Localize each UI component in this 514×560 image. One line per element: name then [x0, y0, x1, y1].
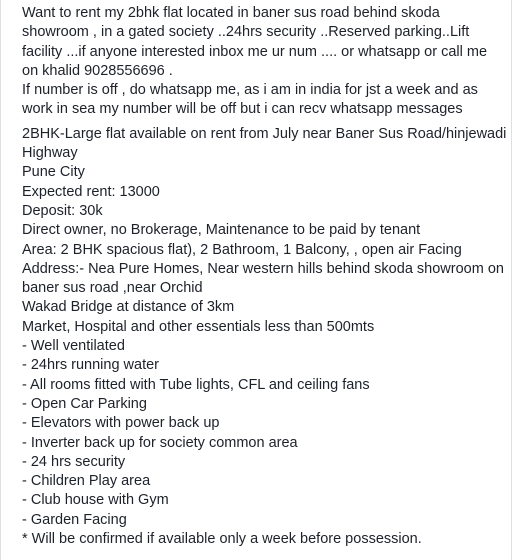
intro-line: work in sea my number will be off but i …: [22, 101, 463, 118]
post-card: Want to rent my 2bhk flat located in ban…: [0, 0, 512, 560]
amenity-item: - 24 hrs security: [22, 453, 126, 470]
details-line: Direct owner, no Brokerage, Maintenance …: [22, 222, 421, 239]
intro-line: facility ...if anyone interested inbox m…: [22, 43, 488, 60]
amenity-item: - Children Play area: [22, 473, 151, 490]
intro-paragraph: Want to rent my 2bhk flat located in ban…: [22, 4, 502, 120]
intro-line: Want to rent my 2bhk flat located in ban…: [22, 5, 440, 21]
post-body: Want to rent my 2bhk flat located in ban…: [22, 4, 507, 550]
amenity-item: - Open Car Parking: [22, 395, 147, 412]
amenity-item: - Garden Facing: [22, 511, 127, 528]
amenity-item: - Elevators with power back up: [22, 415, 220, 432]
amenity-item: - Inverter back up for society common ar…: [22, 434, 298, 451]
details-line: Market, Hospital and other essentials le…: [22, 318, 375, 335]
amenity-item: - 24hrs running water: [22, 357, 160, 374]
intro-line: showroom , in a gated society ..24hrs se…: [22, 24, 470, 41]
details-line: Highway: [22, 145, 78, 162]
intro-line: If number is off , do whatsapp me, as i …: [22, 82, 478, 99]
details-line: 2BHK-Large flat available on rent from J…: [22, 125, 507, 142]
amenity-item: - Club house with Gym: [22, 492, 169, 509]
rent-line: Expected rent: 13000: [22, 183, 160, 200]
footnote-line: * Will be confirmed if available only a …: [22, 531, 422, 548]
details-line: Pune City: [22, 164, 85, 181]
intro-line: on khalid 9028556696 .: [22, 62, 173, 79]
amenity-item: - All rooms fitted with Tube lights, CFL…: [22, 376, 370, 393]
deposit-line: Deposit: 30k: [22, 202, 103, 219]
details-paragraph: 2BHK-Large flat available on rent from J…: [22, 125, 507, 550]
details-line: Wakad Bridge at distance of 3km: [22, 299, 235, 316]
amenity-item: - Well ventilated: [22, 338, 125, 355]
area-line: Area: 2 BHK spacious flat), 2 Bathroom, …: [22, 241, 462, 258]
address-line: baner sus road ,near Orchid: [22, 280, 203, 297]
address-line: Address:- Nea Pure Homes, Near western h…: [22, 260, 504, 277]
